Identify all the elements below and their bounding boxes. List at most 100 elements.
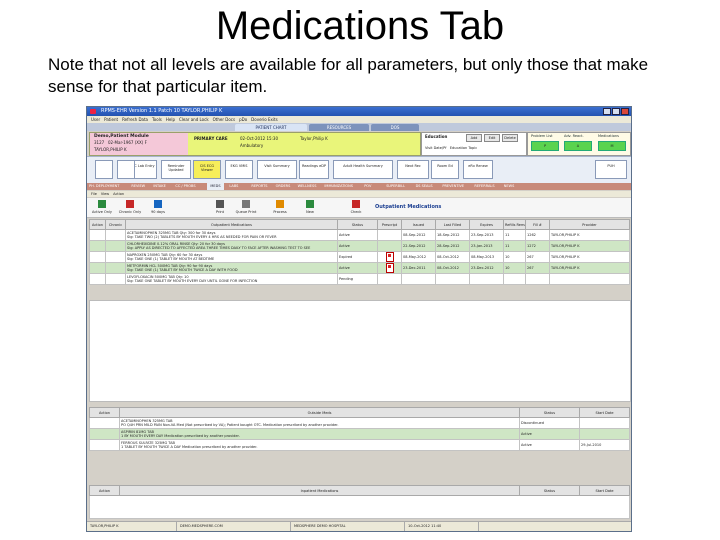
- chart-tab[interactable]: REPORTS: [251, 183, 267, 190]
- toolbar-button[interactable]: CIS ECG Viewer: [193, 160, 221, 179]
- chart-tab[interactable]: WELLNESS: [298, 183, 317, 190]
- table-row[interactable]: ACETAMINOPHEN 325MG TAB PO Q4H PRN MILD P…: [89, 417, 630, 429]
- menu-item[interactable]: User: [91, 117, 100, 122]
- table-row[interactable]: LEVOFLOXACIN 500MG TAB Qty: 10 Sig: TAKE …: [89, 273, 630, 285]
- adv-react-pill[interactable]: A: [564, 141, 592, 151]
- toolbar-button[interactable]: Room Ed: [431, 160, 459, 179]
- menu-item[interactable]: Tools: [152, 117, 162, 122]
- education-edit-button[interactable]: Edit: [484, 134, 500, 142]
- column-header[interactable]: Action: [89, 219, 106, 230]
- cell-start: [579, 417, 630, 429]
- chart-tab[interactable]: DS SEALS: [416, 183, 433, 190]
- column-header[interactable]: Inpatient Medications: [119, 485, 520, 496]
- table-row[interactable]: FERROUS SULFATE 325MG TAB 1 TABLET BY MOU…: [89, 439, 630, 451]
- chart-tab[interactable]: LABS: [229, 183, 238, 190]
- table-row[interactable]: NAPROXEN 250MG TAB Qty: 60 for 30 days Si…: [89, 251, 630, 263]
- cell-chronic: [105, 229, 126, 241]
- chart-tab[interactable]: SUPERBILL: [386, 183, 405, 190]
- slide-title: Medications Tab: [215, 4, 505, 48]
- chart-tab[interactable]: REVIEW: [131, 183, 145, 190]
- menu-item[interactable]: Doverio Exits: [251, 117, 278, 122]
- prescription-icon[interactable]: [385, 263, 394, 273]
- education-delete-button[interactable]: Delete: [502, 134, 518, 142]
- maximize-icon[interactable]: [612, 108, 620, 115]
- toolbar-button[interactable]: Reminder Updated: [161, 160, 191, 179]
- column-header[interactable]: Issued: [401, 219, 436, 230]
- menu-item[interactable]: Clear and Lock: [179, 117, 209, 122]
- close-icon[interactable]: [621, 108, 629, 115]
- column-header[interactable]: Expires: [469, 219, 504, 230]
- cell-med: NAPROXEN 250MG TAB Qty: 60 for 30 days Si…: [125, 251, 338, 263]
- puh-button[interactable]: PUH: [595, 160, 627, 179]
- prescription-icon[interactable]: [385, 252, 394, 262]
- menu-item[interactable]: Other Docs: [213, 117, 235, 122]
- column-header[interactable]: Fill #: [525, 219, 550, 230]
- menu-item[interactable]: pDo: [239, 117, 247, 122]
- submenu-item[interactable]: File: [91, 192, 97, 196]
- meds-toolbar-button[interactable]: Active Only: [89, 200, 115, 216]
- column-header[interactable]: Status: [337, 219, 378, 230]
- meds-toolbar-button[interactable]: Queue Print: [233, 200, 259, 216]
- chart-tab[interactable]: NEWS: [504, 183, 515, 190]
- chart-tab[interactable]: IMMUNIZATIONS: [324, 183, 353, 190]
- menu-item[interactable]: Help: [166, 117, 175, 122]
- minimize-icon[interactable]: [603, 108, 611, 115]
- cell-filled: 28-Sep-2012: [435, 240, 470, 252]
- column-header[interactable]: Start Date: [579, 485, 630, 496]
- toolbar-button[interactable]: Readings eDP: [299, 160, 329, 179]
- meds-toolbar-button[interactable]: New: [297, 200, 323, 216]
- cell-expires: [469, 273, 504, 285]
- column-header[interactable]: Last Filled: [435, 219, 470, 230]
- chart-tab[interactable]: MEDS: [207, 183, 224, 190]
- education-panel: Education Add Edit Delete Visit Date/Pf …: [421, 132, 527, 156]
- toolbar-button[interactable]: Next Rec: [397, 160, 429, 179]
- table-row[interactable]: ACETAMINOPHEN 325MG TAB Qty: 300 for 30 …: [89, 229, 630, 241]
- meds-toolbar-button[interactable]: Process: [267, 200, 293, 216]
- tab-resources[interactable]: RESOURCES: [309, 124, 369, 131]
- table-row[interactable]: ASPIRIN 81MG TAB 1 BY MOUTH EVERY DAY Med…: [89, 428, 630, 440]
- column-header[interactable]: Outpatient Medications: [125, 219, 338, 230]
- meds-toolbar-button[interactable]: Check: [343, 200, 369, 216]
- toolbar-button[interactable]: Adult Health Summary: [333, 160, 393, 179]
- tab-dos[interactable]: DOS: [371, 124, 419, 131]
- cell-action: [89, 273, 106, 285]
- column-header[interactable]: Prescript: [377, 219, 402, 230]
- column-header[interactable]: Status: [519, 407, 580, 418]
- toolbar-button[interactable]: eRx Renew: [463, 160, 493, 179]
- cell-med: LEVOFLOXACIN 500MG TAB Qty: 10 Sig: TAKE …: [125, 273, 338, 285]
- chart-tab[interactable]: REFERRALS: [474, 183, 494, 190]
- chart-tab[interactable]: PREVENTIVE: [442, 183, 464, 190]
- column-header[interactable]: Status: [519, 485, 580, 496]
- column-header[interactable]: Chronic: [105, 219, 126, 230]
- education-add-button[interactable]: Add: [466, 134, 482, 142]
- chart-tab[interactable]: PH. DEPLOYMENT: [89, 183, 119, 190]
- chart-tab[interactable]: ORDERS: [276, 183, 291, 190]
- column-header[interactable]: Action: [89, 485, 120, 496]
- notes-icon[interactable]: [95, 160, 113, 179]
- table-row[interactable]: CHLORHEXIDINE 0.12% ORAL RINSE Qty: 20 f…: [89, 240, 630, 252]
- column-header[interactable]: Action: [89, 407, 120, 418]
- column-header[interactable]: Start Date: [579, 407, 630, 418]
- toolbar-button[interactable]: EKG VMIS: [225, 160, 253, 179]
- medications-pill[interactable]: M: [598, 141, 626, 151]
- tab-patient-chart[interactable]: PATIENT CHART: [235, 124, 307, 131]
- submenu-item[interactable]: View: [101, 192, 109, 196]
- submenu-item[interactable]: Action: [113, 192, 124, 196]
- menu-item[interactable]: Patient: [104, 117, 118, 122]
- chart-tab[interactable]: INTAKE: [153, 183, 165, 190]
- phone-icon[interactable]: [117, 160, 135, 179]
- chart-tab[interactable]: CC / PROBS: [175, 183, 195, 190]
- table-row[interactable]: METFORMIN HCL 500MG TAB Qty: 90 for 90 d…: [89, 262, 630, 274]
- cell-status: Active: [337, 240, 378, 252]
- column-header[interactable]: Refills Remaining: [503, 219, 526, 230]
- meds-toolbar-button[interactable]: 90 days: [145, 200, 171, 216]
- meds-toolbar-button[interactable]: Print: [207, 200, 233, 216]
- toolbar-button[interactable]: Visit Summary: [257, 160, 297, 179]
- meds-toolbar-button[interactable]: Chronic Only: [117, 200, 143, 216]
- column-header[interactable]: Provider: [549, 219, 630, 230]
- chart-tab[interactable]: POV: [364, 183, 371, 190]
- problem-pill[interactable]: P: [531, 141, 559, 151]
- menu-item[interactable]: Refresh Data: [122, 117, 148, 122]
- column-header[interactable]: Outside Meds: [119, 407, 520, 418]
- patient-header[interactable]: Demo,Patient Module 3127 02-Mar-1967 (XX…: [89, 132, 421, 156]
